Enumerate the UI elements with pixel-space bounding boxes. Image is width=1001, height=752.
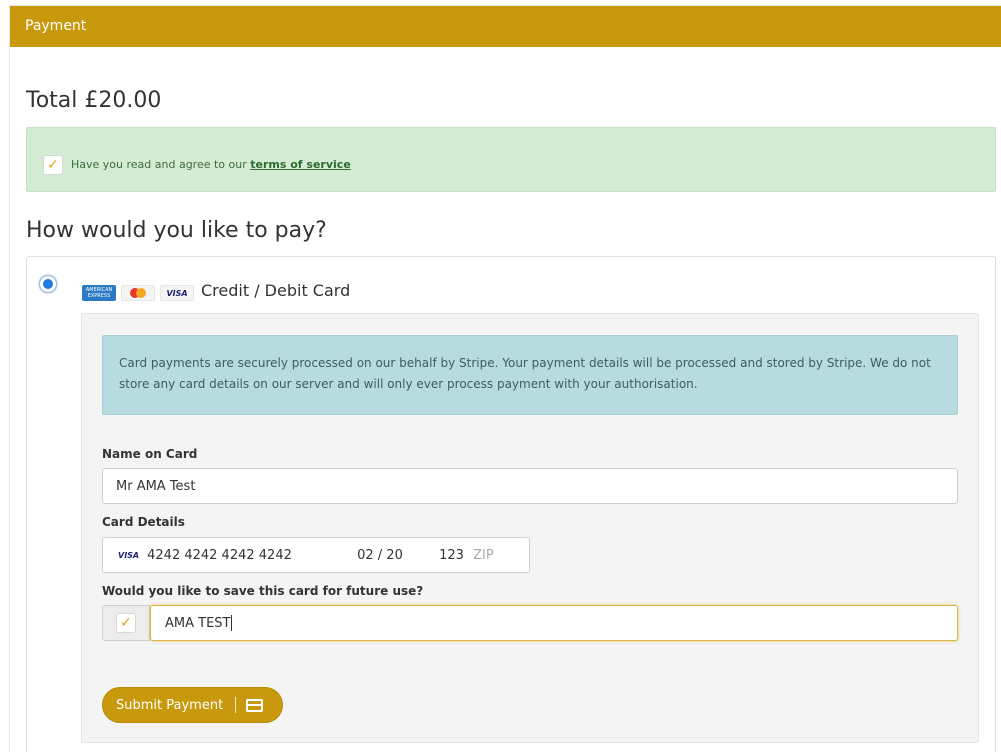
card-zip-field[interactable]: ZIP bbox=[473, 548, 494, 563]
card-cvc-field[interactable]: 123 bbox=[439, 548, 473, 563]
card-details-label: Card Details bbox=[102, 515, 185, 529]
visa-logo-text: VISA bbox=[166, 288, 188, 298]
text-caret bbox=[231, 615, 233, 631]
card-method-label[interactable]: Credit / Debit Card bbox=[201, 281, 350, 300]
card-details-input[interactable]: VISA 4242 4242 4242 4242 02 / 20 123 ZIP bbox=[102, 537, 530, 573]
payment-panel: Payment Total £20.00 ✓ Have you read and… bbox=[9, 5, 1001, 752]
visa-logo-icon: VISA bbox=[160, 285, 194, 301]
submit-payment-label: Submit Payment bbox=[116, 697, 224, 713]
name-on-card-input[interactable]: Mr AMA Test bbox=[102, 468, 958, 504]
button-separator bbox=[235, 697, 237, 713]
card-number-field[interactable]: 4242 4242 4242 4242 bbox=[147, 548, 357, 563]
amex-logo-text: AMERICAN EXPRESS bbox=[85, 287, 113, 299]
radio-selected-dot bbox=[43, 279, 53, 289]
amex-logo-icon: AMERICAN EXPRESS bbox=[82, 285, 116, 301]
payment-method-option: AMERICAN EXPRESS VISA Credit / Debit Car… bbox=[26, 256, 996, 752]
total-amount: Total £20.00 bbox=[26, 88, 162, 113]
card-expiry-field[interactable]: 02 / 20 bbox=[357, 548, 439, 563]
check-icon: ✓ bbox=[120, 615, 132, 631]
terms-label: Have you read and agree to our bbox=[71, 158, 247, 171]
check-icon: ✓ bbox=[47, 157, 59, 173]
credit-card-icon bbox=[246, 698, 264, 712]
card-method-radio[interactable] bbox=[39, 275, 57, 293]
terms-of-service-link[interactable]: terms of service bbox=[250, 158, 351, 171]
terms-alert: ✓ Have you read and agree to our terms o… bbox=[26, 127, 996, 192]
save-card-name-input[interactable]: AMA TEST bbox=[150, 605, 958, 641]
save-card-label: Would you like to save this card for fut… bbox=[102, 584, 424, 598]
mastercard-logo-icon bbox=[121, 285, 155, 301]
name-on-card-label: Name on Card bbox=[102, 447, 198, 461]
mastercard-orange-circle bbox=[136, 288, 146, 298]
payment-heading: How would you like to pay? bbox=[26, 218, 327, 243]
card-form: Card payments are securely processed on … bbox=[81, 313, 979, 743]
stripe-info-alert: Card payments are securely processed on … bbox=[102, 335, 958, 415]
save-card-name-value: AMA TEST bbox=[165, 615, 231, 631]
visa-brand-icon: VISA bbox=[118, 550, 140, 560]
terms-checkbox[interactable]: ✓ bbox=[43, 155, 63, 175]
save-card-addon: ✓ bbox=[102, 605, 150, 641]
panel-header: Payment bbox=[10, 6, 1001, 47]
save-card-checkbox[interactable]: ✓ bbox=[116, 613, 136, 633]
terms-text: Have you read and agree to our terms of … bbox=[71, 158, 351, 171]
name-on-card-value: Mr AMA Test bbox=[116, 478, 196, 494]
submit-payment-button[interactable]: Submit Payment bbox=[102, 687, 283, 723]
